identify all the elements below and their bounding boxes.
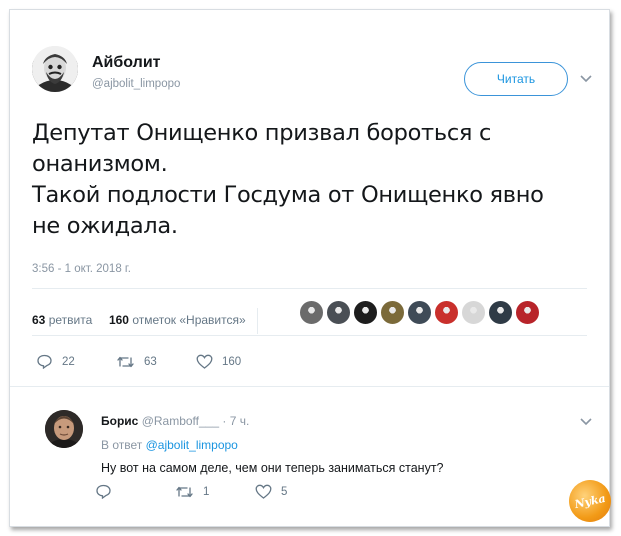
tweet-timestamp[interactable]: 3:56 - 1 окт. 2018 г.: [32, 263, 131, 275]
heart-icon: [196, 354, 213, 369]
tweet-text-line: онанизмом.: [32, 151, 168, 177]
reply-to-handle-link[interactable]: @ajbolit_limpopo: [146, 438, 238, 452]
reply-count: 22: [62, 355, 75, 368]
retweet-action[interactable]: 63: [116, 355, 196, 369]
liker-avatar[interactable]: [515, 300, 540, 325]
liker-avatar[interactable]: [461, 300, 486, 325]
tweet-stats: 63 ретвита 160 отметок «Нравится»: [32, 308, 270, 334]
liker-avatars: [299, 300, 542, 326]
reply-header: Борис @Ramboff___ · 7 ч.: [101, 414, 249, 428]
reply-author-handle[interactable]: @Ramboff___: [142, 414, 219, 428]
reply-to-prefix: В ответ: [101, 438, 143, 452]
liker-avatar[interactable]: [326, 300, 351, 325]
likes-stat[interactable]: 160 отметок «Нравится»: [109, 313, 246, 327]
tweet-text: Депутат Онищенко призвал бороться с онан…: [32, 118, 602, 242]
divider: [32, 288, 587, 289]
reply-to-line: В ответ @ajbolit_limpopo: [101, 438, 238, 452]
liker-avatar[interactable]: [407, 300, 432, 325]
like-action[interactable]: 160: [196, 354, 241, 369]
watermark-logo: Nyka: [565, 476, 615, 526]
tweet-text-line: Депутат Онищенко призвал бороться с: [32, 120, 492, 146]
tweet-card: Айболит @ajbolit_limpopo Читать Депутат …: [9, 9, 615, 527]
tweet-text-line: Такой подлости Госдума от Онищенко явно: [32, 182, 544, 208]
like-action[interactable]: 5: [255, 484, 287, 499]
retweet-icon: [117, 356, 134, 367]
retweet-count: 63: [144, 355, 157, 368]
reply-action[interactable]: 22: [36, 354, 116, 369]
like-count: 160: [222, 355, 242, 368]
tweet-actions: 22 63 160: [36, 354, 241, 369]
divider: [32, 335, 587, 336]
author-name[interactable]: Айболит: [92, 54, 160, 72]
retweets-count: 63: [32, 313, 46, 328]
liker-avatar[interactable]: [434, 300, 459, 325]
retweets-stat[interactable]: 63 ретвита: [32, 313, 92, 327]
retweet-action[interactable]: 1: [175, 485, 255, 499]
retweet-count: 1: [203, 485, 210, 498]
chevron-down-icon[interactable]: [580, 418, 592, 426]
retweet-icon: [176, 486, 193, 497]
author-handle[interactable]: @ajbolit_limpopo: [92, 78, 180, 90]
retweets-label: ретвита: [48, 313, 93, 328]
likes-count: 160: [108, 313, 129, 328]
reply-icon: [37, 354, 52, 369]
reply-author-name[interactable]: Борис: [101, 414, 138, 428]
divider: [257, 308, 259, 334]
chevron-down-icon[interactable]: [580, 75, 592, 83]
follow-button[interactable]: Читать: [464, 62, 568, 96]
like-count: 5: [281, 485, 288, 498]
divider: [10, 386, 609, 387]
reply-actions: 1 5: [95, 484, 287, 499]
likes-label: отметок «Нравится»: [132, 313, 246, 328]
liker-avatar[interactable]: [299, 300, 324, 325]
reply-icon: [96, 484, 111, 499]
reply-text: Ну вот на самом деле, чем они теперь зан…: [101, 461, 444, 475]
reply-time[interactable]: · 7 ч.: [222, 414, 249, 428]
liker-avatar[interactable]: [353, 300, 378, 325]
reply-action[interactable]: [95, 484, 175, 499]
author-avatar[interactable]: [32, 46, 78, 92]
tweet-text-line: не ожидала.: [32, 213, 178, 239]
liker-avatar[interactable]: [488, 300, 513, 325]
heart-icon: [255, 484, 272, 499]
liker-avatar[interactable]: [380, 300, 405, 325]
reply-author-avatar[interactable]: [45, 410, 83, 448]
